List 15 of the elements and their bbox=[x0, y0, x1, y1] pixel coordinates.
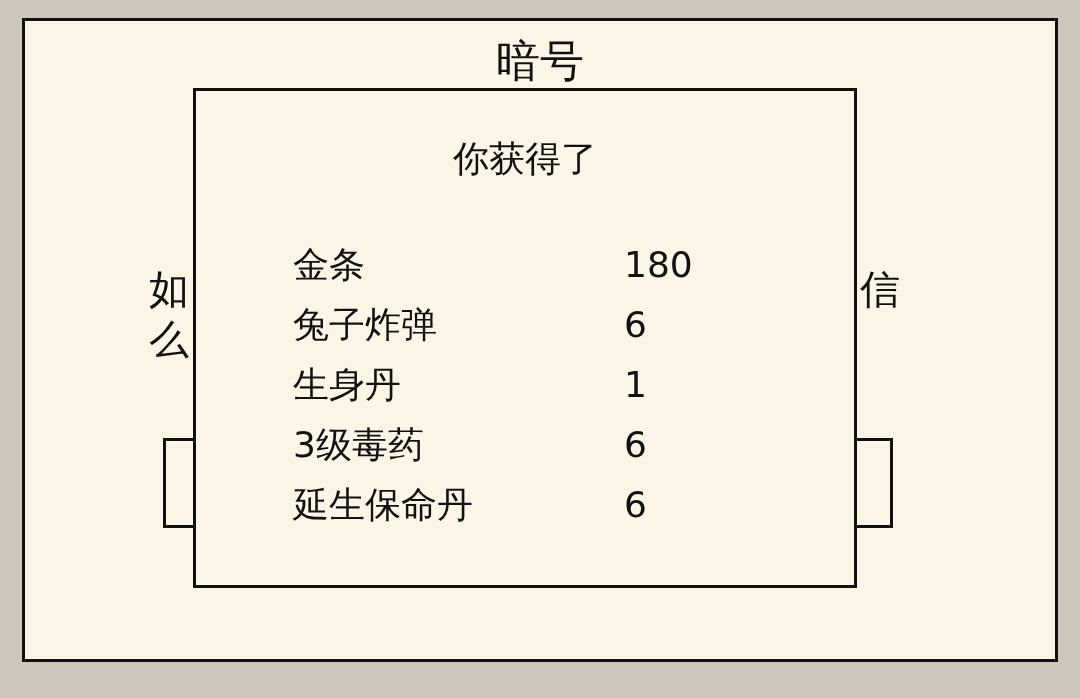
item-name: 延生保命丹 bbox=[293, 483, 473, 527]
item-name: 金条 bbox=[293, 243, 365, 287]
item-count: 180 bbox=[624, 243, 693, 287]
paragraph-text: 如 bbox=[149, 265, 189, 314]
paragraph-text: 么 bbox=[149, 315, 189, 364]
paragraph-text: 信 bbox=[860, 265, 900, 314]
page-title: 暗号 bbox=[496, 38, 584, 84]
item-count: 6 bbox=[624, 483, 647, 527]
dialog-title: 你获得了 bbox=[453, 141, 597, 177]
item-count: 1 bbox=[624, 363, 647, 407]
item-count: 6 bbox=[624, 423, 647, 467]
item-name: 3级毒药 bbox=[293, 423, 424, 467]
item-count: 6 bbox=[624, 303, 647, 347]
item-name: 生身丹 bbox=[293, 363, 401, 407]
item-name: 兔子炸弹 bbox=[293, 303, 437, 347]
